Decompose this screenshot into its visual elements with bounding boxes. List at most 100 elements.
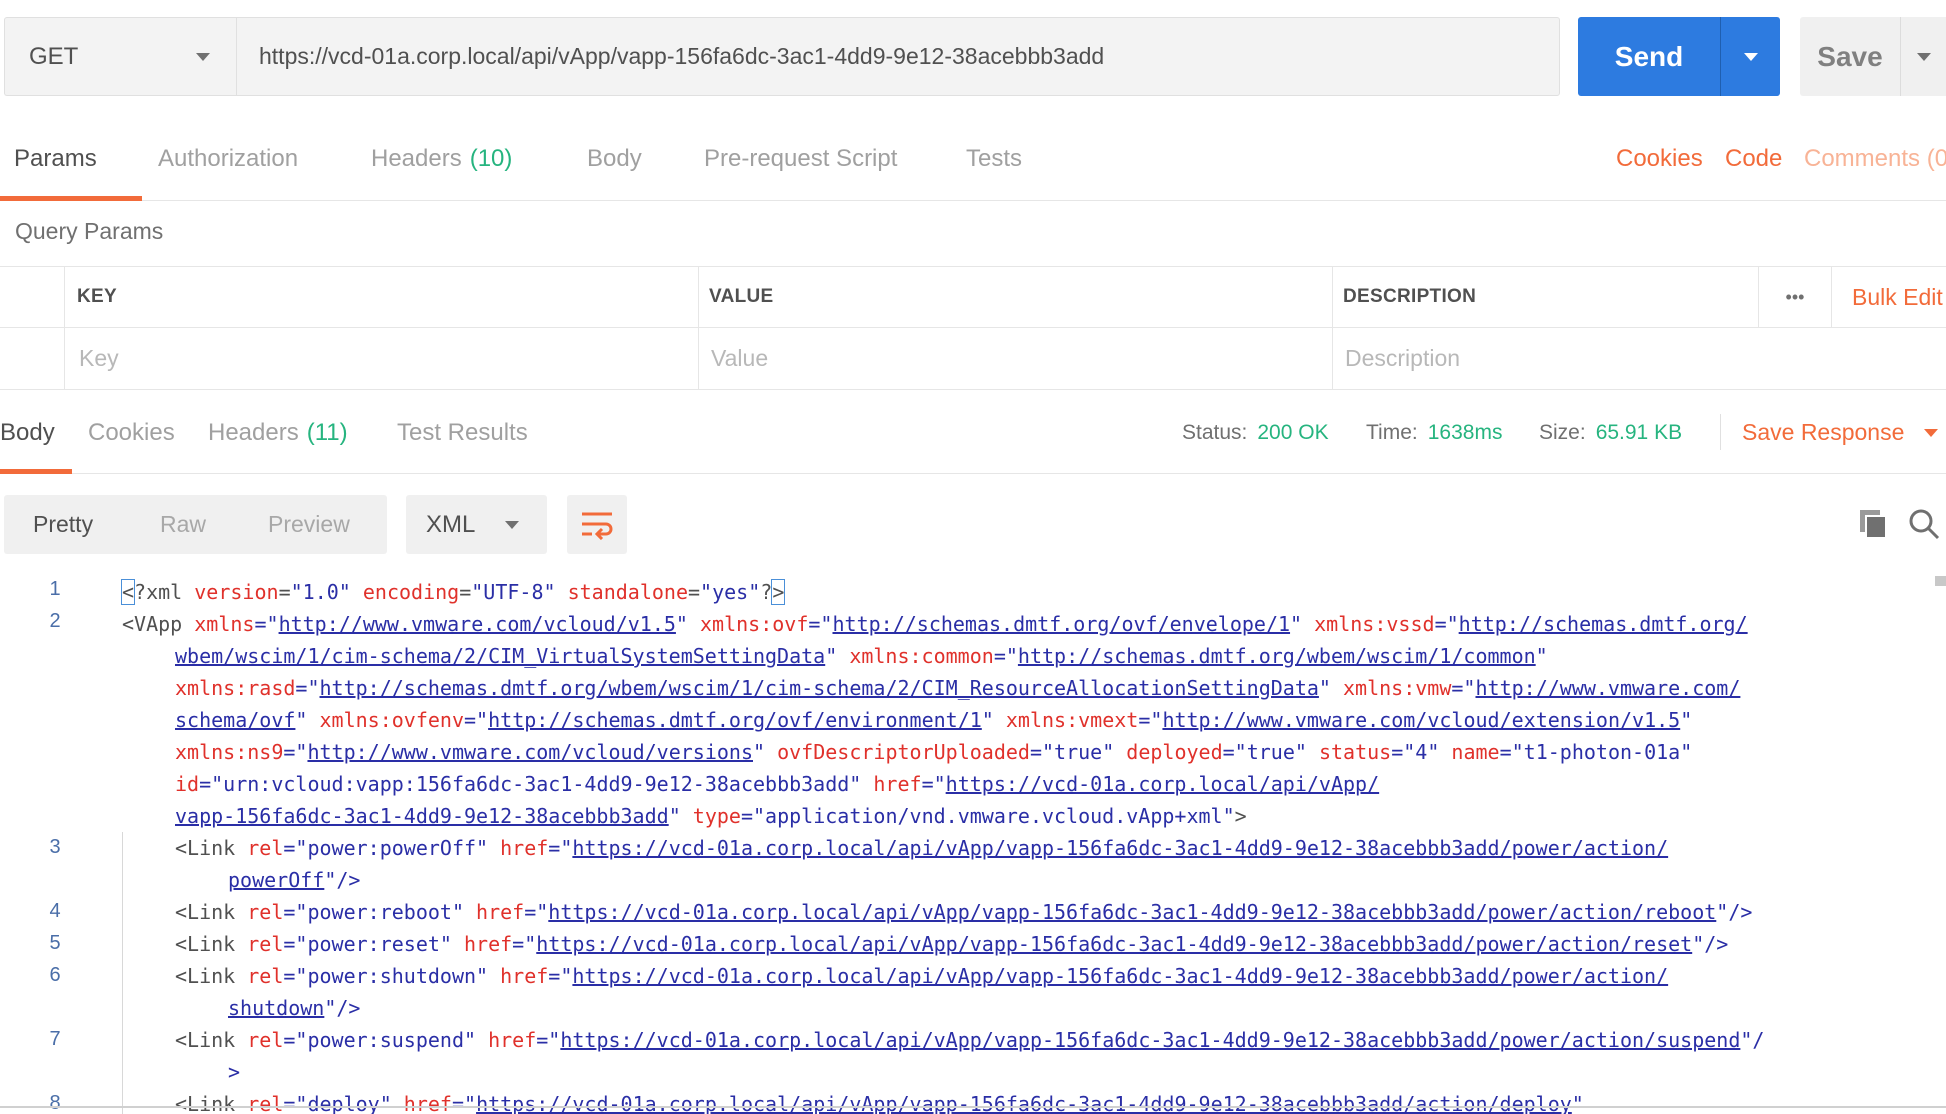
wrap-lines-button[interactable]: [567, 495, 627, 554]
xml-link[interactable]: http://www.vmware.com/vcloud/v1.5: [279, 612, 676, 636]
search-button[interactable]: [1908, 508, 1940, 545]
key-input[interactable]: Key: [65, 328, 699, 390]
copy-button[interactable]: [1858, 508, 1888, 545]
xml-link[interactable]: schema/ovf: [175, 708, 295, 732]
mode-preview[interactable]: Preview: [268, 495, 350, 554]
save-response-button[interactable]: Save Response: [1742, 392, 1939, 473]
code-line: wbem/wscim/1/cim-schema/2/CIM_VirtualSys…: [175, 644, 1548, 668]
request-bar: GET https://vcd-01a.corp.local/api/vApp/…: [0, 0, 1946, 115]
tab-label: Params: [14, 145, 97, 172]
xml-link[interactable]: https://vcd-01a.corp.local/api/vApp/vapp…: [548, 900, 1716, 924]
send-button-group: Send: [1578, 17, 1780, 96]
xml-punct: ": [753, 740, 778, 764]
description-placeholder: Description: [1345, 345, 1461, 371]
search-icon: [1909, 509, 1940, 540]
tab-body[interactable]: Body: [587, 118, 642, 200]
xml-punct: =: [278, 580, 291, 604]
xml-link[interactable]: https://vcd-01a.corp.local/api/vApp/vapp…: [560, 1028, 1740, 1052]
size-value: 65.91 KB: [1595, 420, 1683, 444]
xml-link[interactable]: wbem/wscim/1/cim-schema/2/CIM_VirtualSys…: [175, 644, 825, 668]
xml-punct: ": [675, 612, 701, 636]
code-link[interactable]: Code: [1725, 118, 1782, 200]
tab-prerequest-script[interactable]: Pre-request Script: [704, 118, 897, 200]
xml-link[interactable]: https://vcd-01a.corp.local/api/vApp/vapp…: [536, 932, 1692, 956]
xml-string: ="power:suspend": [283, 1028, 489, 1052]
more-icon[interactable]: •••: [1759, 266, 1832, 328]
xml-attr: href: [403, 1092, 452, 1114]
size-readout: Size: 65.91 KB: [1539, 392, 1682, 473]
response-code-view[interactable]: 1 2 3 4 5 6 7 8 <?xml version="1.0" enco…: [0, 574, 1946, 1114]
xml-link[interactable]: shutdown: [228, 996, 324, 1020]
xml-link[interactable]: http://schemas.dmtf.org/ovf/environment/…: [488, 708, 982, 732]
xml-punct: =": [548, 836, 573, 860]
xml-link[interactable]: https://vcd-01a.corp.local/api/vApp/vapp…: [572, 836, 1668, 860]
format-select[interactable]: XML: [406, 495, 547, 554]
xml-attr: href: [476, 900, 525, 924]
xml-tag: <VApp: [122, 612, 195, 636]
xml-punct: ": [1571, 1092, 1584, 1114]
xml-tag: ?xml: [134, 580, 195, 604]
method-label: GET: [29, 42, 79, 70]
key-placeholder: Key: [79, 345, 119, 371]
xml-attr: xmlns:vmw: [1343, 676, 1452, 700]
status-value: 200 OK: [1257, 420, 1329, 444]
send-button[interactable]: Send: [1578, 17, 1720, 96]
tab-params[interactable]: Params: [0, 118, 142, 201]
tab-authorization[interactable]: Authorization: [158, 118, 298, 200]
tab-tests[interactable]: Tests: [966, 118, 1022, 200]
description-input[interactable]: Description: [1333, 328, 1946, 390]
mode-pretty[interactable]: Pretty: [33, 495, 93, 554]
xml-punct: =": [921, 772, 946, 796]
xml-attr: xmlns:ovf: [700, 612, 809, 636]
save-button[interactable]: Save: [1800, 17, 1900, 96]
xml-punct: =": [1451, 676, 1476, 700]
xml-link[interactable]: powerOff: [228, 868, 324, 892]
time-readout: Time: 1638ms: [1366, 392, 1502, 473]
xml-link[interactable]: http://www.vmware.com/: [1475, 676, 1740, 700]
cookies-link-label: Cookies: [1616, 145, 1703, 172]
code-line: xmlns:ns9="http://www.vmware.com/vcloud/…: [175, 740, 1692, 764]
xml-tag: <Link: [175, 836, 248, 860]
tab-response-cookies[interactable]: Cookies: [88, 392, 175, 473]
line-number: 7: [49, 1028, 61, 1050]
xml-link[interactable]: https://vcd-01a.corp.local/api/vApp/: [946, 772, 1379, 796]
headers-count: (10): [469, 145, 513, 172]
value-input[interactable]: Value: [699, 328, 1333, 390]
xml-punct: >: [228, 1060, 241, 1084]
column-header-description: DESCRIPTION: [1333, 266, 1759, 328]
send-options-button[interactable]: [1721, 17, 1780, 96]
xml-link[interactable]: https://vcd-01a.corp.local/api/vApp/vapp…: [572, 964, 1668, 988]
xml-link[interactable]: http://www.vmware.com/vcloud/versions: [307, 740, 753, 764]
save-options-button[interactable]: [1901, 17, 1946, 96]
tab-headers[interactable]: Headers (10): [371, 118, 512, 200]
mode-label: Preview: [268, 511, 350, 537]
mode-raw[interactable]: Raw: [160, 495, 206, 554]
xml-link[interactable]: https://vcd-01a.corp.local/api/vApp/vapp…: [476, 1092, 1572, 1114]
xml-link[interactable]: http://schemas.dmtf.org/: [1459, 612, 1748, 636]
tab-response-body[interactable]: Body: [0, 392, 72, 474]
xml-string: "1.0": [290, 580, 351, 604]
scrollbar-thumb[interactable]: [1935, 576, 1946, 586]
xml-punct: =": [1434, 612, 1459, 636]
bulk-edit-link[interactable]: Bulk Edit: [1832, 266, 1946, 328]
url-input[interactable]: https://vcd-01a.corp.local/api/vApp/vapp…: [236, 17, 1560, 96]
xml-link[interactable]: vapp-156fa6dc-3ac1-4dd9-9e12-38acebbb3ad…: [175, 804, 669, 828]
xml-link[interactable]: http://schemas.dmtf.org/wbem/wscim/1/com…: [1018, 644, 1536, 668]
xml-punct: ": [825, 644, 850, 668]
tab-test-results[interactable]: Test Results: [397, 392, 528, 473]
cookies-link[interactable]: Cookies: [1616, 118, 1703, 200]
code-line: <Link rel="power:reboot" href="https://v…: [175, 900, 1752, 924]
xml-link[interactable]: http://schemas.dmtf.org/ovf/envelope/1: [832, 612, 1290, 636]
line-number: 6: [49, 964, 61, 986]
method-select[interactable]: GET: [4, 17, 236, 96]
xml-link[interactable]: http://schemas.dmtf.org/wbem/wscim/1/cim…: [320, 676, 1319, 700]
xml-attr: href: [488, 1028, 537, 1052]
xml-punct: >: [1234, 804, 1247, 828]
chevron-down-icon: [505, 520, 519, 529]
comments-link[interactable]: Comments (0: [1804, 118, 1946, 200]
tab-response-headers[interactable]: Headers (11): [208, 392, 348, 473]
code-line: <Link rel="power:suspend" href="https://…: [175, 1028, 1764, 1052]
xml-punct: =": [524, 900, 549, 924]
view-mode-toggle: Pretty Raw Preview: [4, 495, 387, 554]
xml-link[interactable]: http://www.vmware.com/vcloud/extension/v…: [1162, 708, 1680, 732]
